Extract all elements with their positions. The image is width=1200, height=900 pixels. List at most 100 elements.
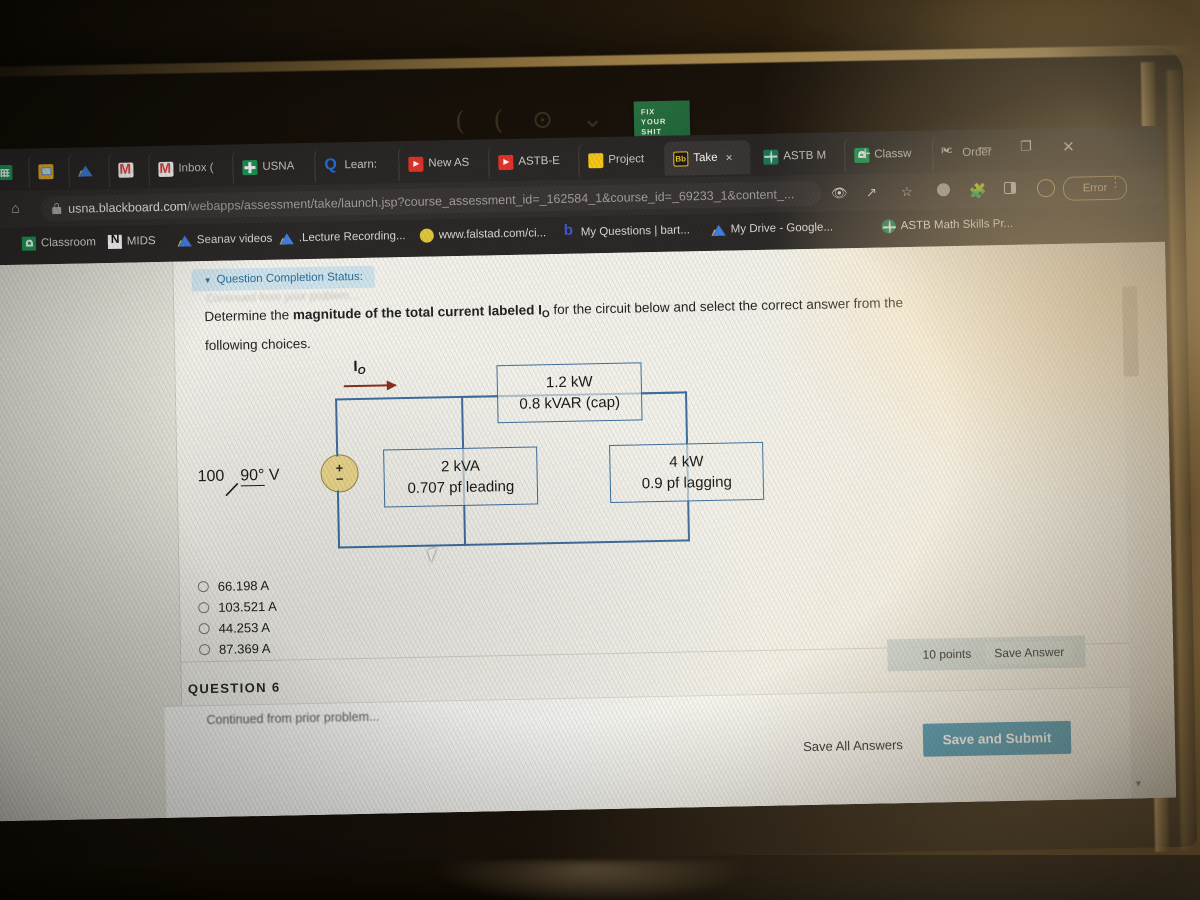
scroll-down-arrow[interactable]: ▼ (1134, 778, 1143, 788)
close-window-button[interactable]: ✕ (1062, 138, 1075, 156)
load-box-2-line-1: 2 kVA (440, 457, 481, 476)
avatar[interactable] (1036, 178, 1056, 198)
bookmark-label: MIDS (126, 235, 156, 248)
current-label-io: IO (353, 358, 365, 377)
tab-label: Take (693, 151, 718, 165)
tab-sheets[interactable] (0, 155, 25, 190)
lock-icon (52, 203, 61, 214)
side-panel-icon[interactable] (1003, 181, 1017, 195)
tab-usna[interactable]: USNA (232, 148, 311, 185)
bookmark-lecture-recording[interactable]: .Lecture Recording... (280, 229, 406, 246)
minimize-button[interactable]: — (978, 139, 991, 154)
profile-dot-icon[interactable] (936, 183, 951, 197)
save-and-submit-button[interactable]: Save and Submit (922, 720, 1072, 757)
bookmark-label: Seanav videos (196, 232, 273, 247)
question-completion-status-tab[interactable]: ▼ Question Completion Status: (191, 265, 376, 292)
load-box-1: 1.2 kW 0.8 kVAR (cap) (496, 362, 643, 424)
tab-learn[interactable]: Learn: (314, 147, 395, 183)
points-and-save-bar: 10 points Save Answer (887, 635, 1086, 672)
desk-highlight (430, 860, 750, 900)
google-classroom-icon (21, 236, 37, 251)
laptop-photo: ( ( ⊙ ⌄ FIX YOUR SHIT M M Inbox (USNA Q… (0, 0, 1200, 900)
question-part-1: Determine the (204, 307, 294, 325)
load-box-3-line-1: 4 kW (669, 453, 704, 471)
extensions-puzzle-icon[interactable]: 🧩 (969, 182, 987, 199)
chrome-menu-icon[interactable]: ⋮ (1109, 175, 1122, 190)
laptop-screen: Inbox ( USNA Learn: New AS ASTB-E (0, 125, 1177, 822)
bookmark-mids[interactable]: N MIDS (107, 232, 156, 250)
radio-button[interactable] (198, 623, 210, 635)
tab-label: ASTB M (783, 149, 827, 163)
tab-drive[interactable] (68, 153, 105, 188)
question-part-2: for the circuit below and select the cor… (204, 295, 904, 354)
tab-label: Learn: (344, 158, 378, 172)
globe-icon (881, 219, 896, 234)
source-magnitude: 100 (197, 467, 225, 486)
tab-astb-m[interactable]: ASTB M (754, 138, 841, 174)
tab-gmail[interactable] (108, 152, 145, 187)
google-drive-icon (712, 223, 726, 237)
bartleby-icon (562, 226, 576, 240)
wire-source-bottom (336, 490, 341, 549)
radio-button[interactable] (197, 581, 209, 593)
radio-button[interactable] (198, 644, 211, 656)
message-icon (588, 152, 604, 168)
radio-button[interactable] (198, 602, 210, 614)
tab-label: Classw (874, 147, 912, 161)
save-answer-button[interactable]: Save Answer (985, 640, 1074, 665)
sticker-line-2: YOUR (640, 116, 667, 127)
points-label: 10 points (922, 646, 972, 662)
tab-label: Inbox ( (178, 161, 214, 175)
blackboard-page: ▼ Question Completion Status: Continued … (0, 241, 1177, 822)
bookmark-classroom[interactable]: Classroom (21, 235, 96, 251)
choice-row[interactable]: 87.369 A (198, 638, 278, 661)
bookmark-falstad[interactable]: www.falstad.com/ci... (419, 226, 547, 243)
choice-label: 103.521 A (218, 598, 277, 615)
bookmark-seanav-videos[interactable]: Seanav videos (178, 232, 273, 248)
quizlet-icon (324, 158, 339, 173)
tab-project[interactable]: Project (577, 141, 661, 178)
bookmark-label: Classroom (40, 236, 96, 250)
close-icon[interactable]: × (725, 150, 732, 164)
circuit-diagram: IO 100 90° V + − 1.2 kW 0.8 kVAR (cap) 2… (193, 349, 817, 571)
gmail-icon (118, 161, 134, 178)
wire-to-box1-right (635, 391, 688, 395)
save-all-answers-button[interactable]: Save All Answers (803, 737, 903, 754)
chevron-down-icon: ▼ (203, 275, 212, 285)
choice-row[interactable]: 66.198 A (197, 575, 277, 598)
google-sheets-icon (0, 164, 13, 180)
tab-take-active[interactable]: Take × (663, 140, 751, 176)
bookmark-bartleby[interactable]: My Questions | bart... (562, 223, 690, 240)
new-tab-button[interactable]: + (854, 144, 876, 166)
choice-row[interactable]: 44.253 A (198, 617, 277, 640)
maximize-button[interactable]: ❐ (1020, 138, 1032, 154)
sticker-line-1: FIX (640, 107, 656, 117)
assessment-content: ▼ Question Completion Status: Continued … (164, 242, 1133, 822)
eye-slash-icon[interactable]: 👁 (831, 185, 848, 201)
falstad-icon (419, 228, 434, 243)
choice-row[interactable]: 103.521 A (198, 596, 277, 619)
share-icon[interactable]: ↗ (866, 185, 877, 201)
load-box-1-line-2: 0.8 kVAR (cap) (519, 393, 621, 413)
url-path: /webapps/assessment/take/launch.jsp?cour… (186, 186, 795, 213)
globe-icon (763, 149, 779, 165)
home-icon[interactable]: ⌂ (11, 200, 20, 216)
chevron-down-icon[interactable]: ⌄ (941, 140, 952, 156)
tab-astb-e[interactable]: ASTB-E (488, 143, 575, 180)
current-direction-arrow (343, 384, 396, 388)
notion-icon: N (107, 232, 123, 250)
tab-slides[interactable] (28, 153, 65, 189)
bookmark-star-icon[interactable]: ☆ (901, 184, 913, 200)
load-box-1-line-1: 1.2 kW (545, 373, 593, 392)
tab-new-as[interactable]: New AS (398, 145, 485, 182)
page-scrollbar-thumb[interactable] (1121, 286, 1139, 377)
bookmark-my-drive[interactable]: My Drive - Google... (712, 220, 834, 236)
google-slides-icon (38, 163, 54, 179)
bookmark-label: ASTB Math Skills Pr... (900, 217, 1014, 233)
source-minus-sign: − (335, 471, 344, 487)
source-label: 100 90° V (197, 466, 280, 497)
source-unit: V (268, 466, 280, 484)
load-box-2: 2 kVA 0.707 pf leading (383, 446, 539, 508)
tab-inbox[interactable]: Inbox ( (148, 150, 229, 187)
bookmark-astb-math-skills[interactable]: ASTB Math Skills Pr... (881, 217, 1014, 234)
